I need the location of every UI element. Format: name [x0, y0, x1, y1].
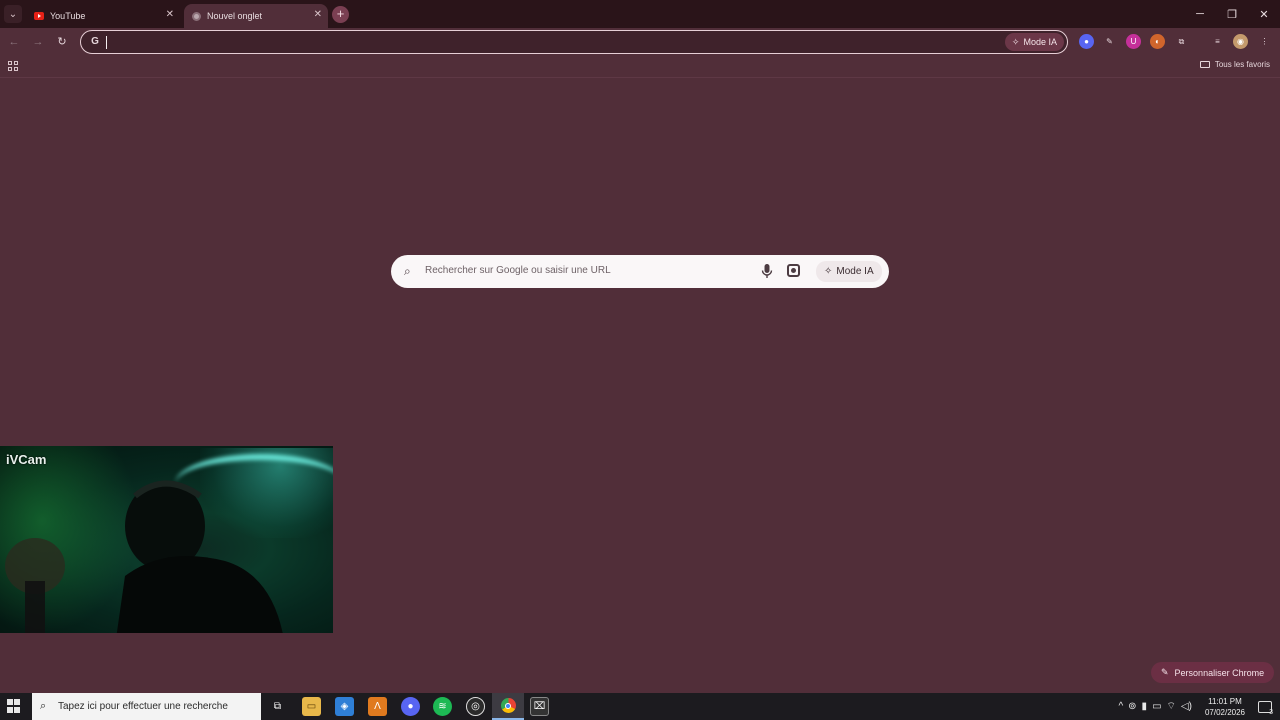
webcam-person	[116, 480, 283, 633]
discord-icon[interactable]: ●	[401, 697, 420, 716]
taskbar-search-placeholder: Tapez ici pour effectuer une recherche	[58, 701, 228, 712]
date: 07/02/2026	[1204, 707, 1245, 717]
mode-ia-label: Mode IA	[836, 266, 874, 277]
volume-icon[interactable]: ◁)	[1181, 701, 1192, 712]
system-tray: ^ ⊚ ▮ ▭ ⌔ ◁) 11:01 PM 07/02/2026 3	[1118, 693, 1280, 720]
monitor-icon[interactable]: ▭	[1152, 701, 1161, 712]
chrome-icon	[500, 698, 516, 713]
reload-icon[interactable]: ↻	[54, 34, 70, 50]
google-lens-icon[interactable]	[787, 264, 800, 277]
taskbar-search-input[interactable]: ⌕ Tapez ici pour effectuer une recherche	[32, 693, 261, 720]
tab-strip: ⌄ YouTube ✕ Nouvel onglet ✕ + ─ ❐ ✕	[0, 0, 1280, 28]
tab-new-tab[interactable]: Nouvel onglet ✕	[184, 4, 328, 28]
search-icon: ⌕	[404, 264, 411, 278]
close-icon[interactable]: ✕	[314, 9, 322, 20]
tab-youtube[interactable]: YouTube ✕	[26, 4, 180, 28]
webcam-foreground	[5, 538, 65, 633]
forward-icon[interactable]: →	[30, 34, 46, 50]
mode-ia-button[interactable]: ✧ Mode IA	[1004, 33, 1064, 51]
customize-chrome-label: Personnaliser Chrome	[1174, 667, 1265, 678]
time: 11:01 PM	[1208, 696, 1242, 706]
reading-list-icon[interactable]: ≡	[1210, 34, 1225, 49]
webcam-overlay: iVCam	[0, 446, 333, 633]
back-icon[interactable]: ←	[6, 34, 22, 50]
new-tab-button[interactable]: +	[332, 6, 349, 23]
window-controls: ─ ❐ ✕	[1184, 0, 1280, 28]
file-explorer-icon[interactable]: ▭	[302, 697, 321, 716]
tab-search-icon[interactable]: ⌄	[4, 5, 22, 23]
windows-start-icon[interactable]	[7, 699, 21, 713]
chrome-taskbar-icon[interactable]	[492, 693, 524, 720]
puzzle-extension-icon[interactable]: ✎	[1102, 34, 1117, 49]
discord-extension-icon[interactable]: ●	[1079, 34, 1094, 49]
tab-label: Nouvel onglet	[207, 11, 263, 21]
close-icon[interactable]: ✕	[166, 9, 174, 20]
sparkle-search-icon: ✧	[1011, 36, 1020, 47]
mode-ia-label: Mode IA	[1023, 37, 1057, 47]
all-bookmarks-button[interactable]: Tous les favoris	[1199, 60, 1270, 69]
google-icon: G	[91, 36, 99, 47]
search-input[interactable]: Rechercher sur Google ou saisir une URL	[425, 265, 611, 276]
toolbar: ← → ↻ G ✧ Mode IA ● ✎ U ◐ ⧉ ≡ ◉ ⋮	[0, 28, 1280, 56]
mode-ia-button[interactable]: ✧ Mode IA	[816, 261, 882, 282]
minimize-icon[interactable]: ─	[1184, 0, 1216, 28]
webcam-label: iVCam	[6, 452, 47, 467]
bookmarks-bar: Tous les favoris	[0, 56, 1280, 78]
network-icon[interactable]: ⊚	[1128, 701, 1136, 712]
close-window-icon[interactable]: ✕	[1248, 0, 1280, 28]
microphone-icon[interactable]	[761, 263, 773, 279]
microphone-tray-icon[interactable]: ▮	[1142, 701, 1148, 712]
tab-label: YouTube	[50, 11, 86, 21]
extensions-icon[interactable]: ⧉	[1174, 34, 1189, 49]
obs-icon[interactable]: ◎	[466, 697, 485, 716]
avatar[interactable]: ◉	[1233, 34, 1248, 49]
apps-icon[interactable]	[8, 61, 18, 71]
search-icon: ⌕	[40, 700, 47, 712]
task-view-icon[interactable]: ⧉	[268, 697, 287, 716]
folder-icon	[1199, 61, 1210, 68]
sparkle-search-icon: ✧	[824, 266, 833, 277]
omnibox[interactable]: G ✧ Mode IA	[80, 30, 1068, 54]
chrome-icon	[192, 11, 201, 21]
text-caret	[106, 36, 107, 49]
restore-icon[interactable]: ❐	[1216, 0, 1248, 28]
customize-chrome-button[interactable]: ✎ Personnaliser Chrome	[1151, 662, 1275, 683]
extension-icon[interactable]: U	[1126, 34, 1141, 49]
extension-icon-2[interactable]: ◐	[1150, 34, 1165, 49]
wifi-icon[interactable]: ⌔	[1167, 700, 1176, 713]
app-icon-3[interactable]: ⌧	[530, 697, 549, 716]
notification-count: 3	[1269, 708, 1273, 716]
clock[interactable]: 11:01 PM 07/02/2026	[1205, 696, 1245, 718]
windows-taskbar: ⌕ Tapez ici pour effectuer une recherche…	[0, 693, 1280, 720]
app-icon-2[interactable]: Λ	[368, 697, 387, 716]
notification-icon[interactable]: 3	[1258, 700, 1273, 716]
youtube-icon	[34, 12, 44, 20]
pencil-icon: ✎	[1161, 667, 1169, 677]
all-bookmarks-label: Tous les favoris	[1214, 60, 1270, 69]
newtab-search-box[interactable]: ⌕ Rechercher sur Google ou saisir une UR…	[391, 255, 889, 288]
chevron-up-icon[interactable]: ^	[1118, 701, 1123, 712]
spotify-icon[interactable]: ≋	[433, 697, 452, 716]
menu-icon[interactable]: ⋮	[1257, 34, 1272, 49]
app-icon[interactable]: ◈	[335, 697, 354, 716]
